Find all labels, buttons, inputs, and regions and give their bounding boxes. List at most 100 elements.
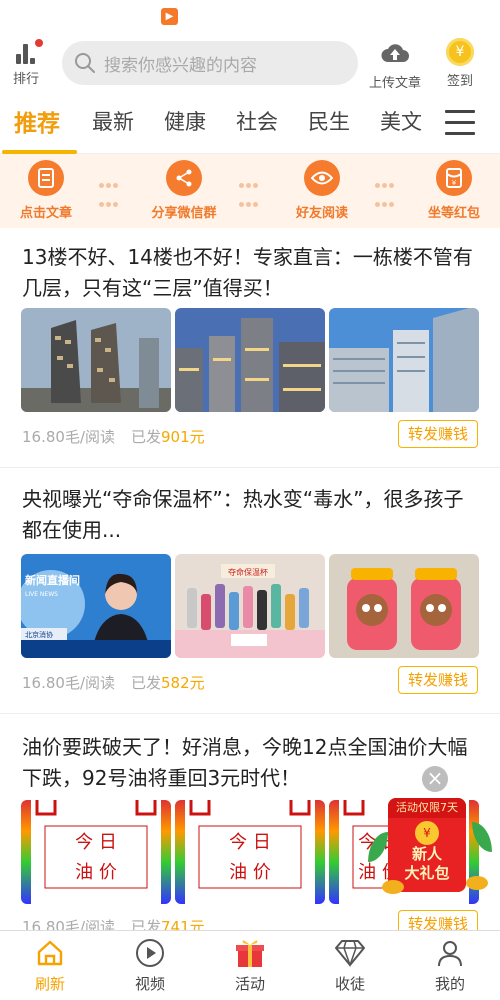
step-label: 点击文章 [19,206,72,221]
earning-steps: 点击文章 分享微信群 好友阅读 ¥ 坐等红包 [0,154,500,228]
article-thumbnails [21,308,479,412]
search-icon [75,53,95,73]
tab-health[interactable]: 健康 [164,106,206,136]
user-icon [410,937,490,969]
step-dots [98,174,124,212]
tab-essays[interactable]: 美文 [380,106,422,136]
news-location: 北京消协 [25,630,53,639]
nav-video[interactable]: 视频 [110,937,190,994]
coin-icon: ¥ [446,38,474,66]
menu-icon[interactable] [445,110,475,136]
exhibit-sign: 夺命保温杯 [228,567,268,577]
news-caption-sub: LIVE NEWS [25,591,58,598]
top-bar: 排行 搜索你感兴趣的内容 上传文章 ¥ 签到 [0,30,500,94]
article-meta: 16.80毛/阅读 已发901元 [22,426,205,447]
svg-text:¥: ¥ [452,179,457,187]
eye-icon [304,160,340,196]
share-earn-button[interactable]: 转发赚钱 [398,420,478,448]
price-per-read: 16.80毛/阅读 [22,674,115,692]
nav-profile[interactable]: 我的 [410,937,490,994]
tab-recommended[interactable]: 推荐 [14,104,60,138]
nav-label: 活动 [234,975,265,993]
leaf-decoration [472,822,492,852]
nav-refresh[interactable]: 刷新 [10,937,90,994]
bottom-navigation: 刷新 视频 活动 收徒 我的 [0,930,500,1000]
step-share-wechat: 分享微信群 [134,160,234,221]
tab-society[interactable]: 社会 [236,106,278,136]
red-envelope[interactable]: 活动仅限7天 ¥ 新人 大礼包 [388,798,466,892]
step-dots [238,174,264,212]
share-icon [166,160,202,196]
leaf-decoration [368,832,388,862]
card-line2: 油 价 [229,862,271,883]
sign-in-button[interactable]: ¥ 签到 [436,38,484,89]
thumbnail-image: 新闻直播间 LIVE NEWS 北京消协 [21,554,171,658]
article-thumbnails: 新闻直播间 LIVE NEWS 北京消协 夺命保温杯 [21,554,479,658]
nav-label: 视频 [134,975,165,993]
nav-label: 收徒 [334,975,365,993]
step-label: 分享微信群 [151,206,217,221]
cloud-upload-icon [381,44,409,62]
coin-icon: ¥ [415,821,439,845]
earned-prefix: 已发 [131,674,162,692]
nav-label: 刷新 [34,975,65,993]
thumbnail-image [21,308,171,412]
card-line1: 今 日 [229,832,271,853]
document-icon [28,160,64,196]
gift-icon [210,937,290,969]
red-packet-icon: ¥ [436,160,472,196]
close-icon[interactable]: × [422,766,448,792]
card-line1: 今 日 [75,832,117,853]
article-card[interactable]: 央视曝光“夺命保温杯”：热水变“毒水”，很多孩子都在使用... 新闻直播间 LI… [0,470,500,714]
step-friend-read: 好友阅读 [272,160,372,221]
status-bar: ▶ [0,0,500,30]
thumbnail-image [175,308,325,412]
price-per-read: 16.80毛/阅读 [22,428,115,446]
step-red-packet: ¥ 坐等红包 [404,160,500,221]
nav-activity[interactable]: 活动 [210,937,290,994]
upload-article-button[interactable]: 上传文章 [362,40,428,91]
category-tabs: 推荐 最新 健康 社会 民生 美文 [0,94,500,154]
tab-livelihood[interactable]: 民生 [308,106,350,136]
search-bar[interactable]: 搜索你感兴趣的内容 [62,41,358,85]
nav-label: 我的 [434,975,465,993]
article-card[interactable]: 13楼不好、14楼也不好！专家直言：一栋楼不管有几层，只有这“三层”值得买！ 1… [0,228,500,468]
sign-in-label: 签到 [446,74,473,89]
notification-dot [35,39,43,47]
rank-label: 排行 [12,72,39,87]
earned-amount: 582元 [161,674,205,692]
promo-line1: 新人 [411,845,442,863]
step-label: 坐等红包 [427,206,480,221]
play-icon [110,937,190,969]
article-meta: 16.80毛/阅读 已发582元 [22,672,205,693]
step-label: 好友阅读 [295,206,348,221]
step-dots [374,174,400,212]
thumbnail-image [329,308,479,412]
diamond-icon [310,937,390,969]
step-click-article: 点击文章 [0,160,96,221]
gold-coin-decoration [466,876,488,890]
thumbnail-image: 今 日 油 价 [21,800,171,904]
video-app-icon: ▶ [161,8,178,25]
gold-coin-decoration [382,880,404,894]
share-earn-button[interactable]: 转发赚钱 [398,666,478,694]
rank-button[interactable]: 排行 [8,38,44,88]
new-user-gift-promo[interactable]: × 活动仅限7天 ¥ 新人 大礼包 [368,762,498,897]
thumbnail-image: 今 日 油 价 [175,800,325,904]
thumbnail-image [329,554,479,658]
earned-amount: 901元 [161,428,205,446]
article-title[interactable]: 央视曝光“夺命保温杯”：热水变“毒水”，很多孩子都在使用... [22,484,478,546]
article-title[interactable]: 13楼不好、14楼也不好！专家直言：一栋楼不管有几层，只有这“三层”值得买！ [22,242,478,304]
bar-chart-icon [13,39,43,64]
card-line2: 油 价 [75,862,117,883]
home-icon [10,937,90,969]
search-placeholder: 搜索你感兴趣的内容 [104,55,257,76]
tab-latest[interactable]: 最新 [92,106,134,136]
earned-prefix: 已发 [131,428,162,446]
thumbnail-image: 夺命保温杯 [175,554,325,658]
upload-label: 上传文章 [368,76,421,91]
nav-recruit[interactable]: 收徒 [310,937,390,994]
promo-banner: 活动仅限7天 [388,798,466,818]
news-caption: 新闻直播间 [25,573,80,587]
promo-line2: 大礼包 [404,864,450,882]
